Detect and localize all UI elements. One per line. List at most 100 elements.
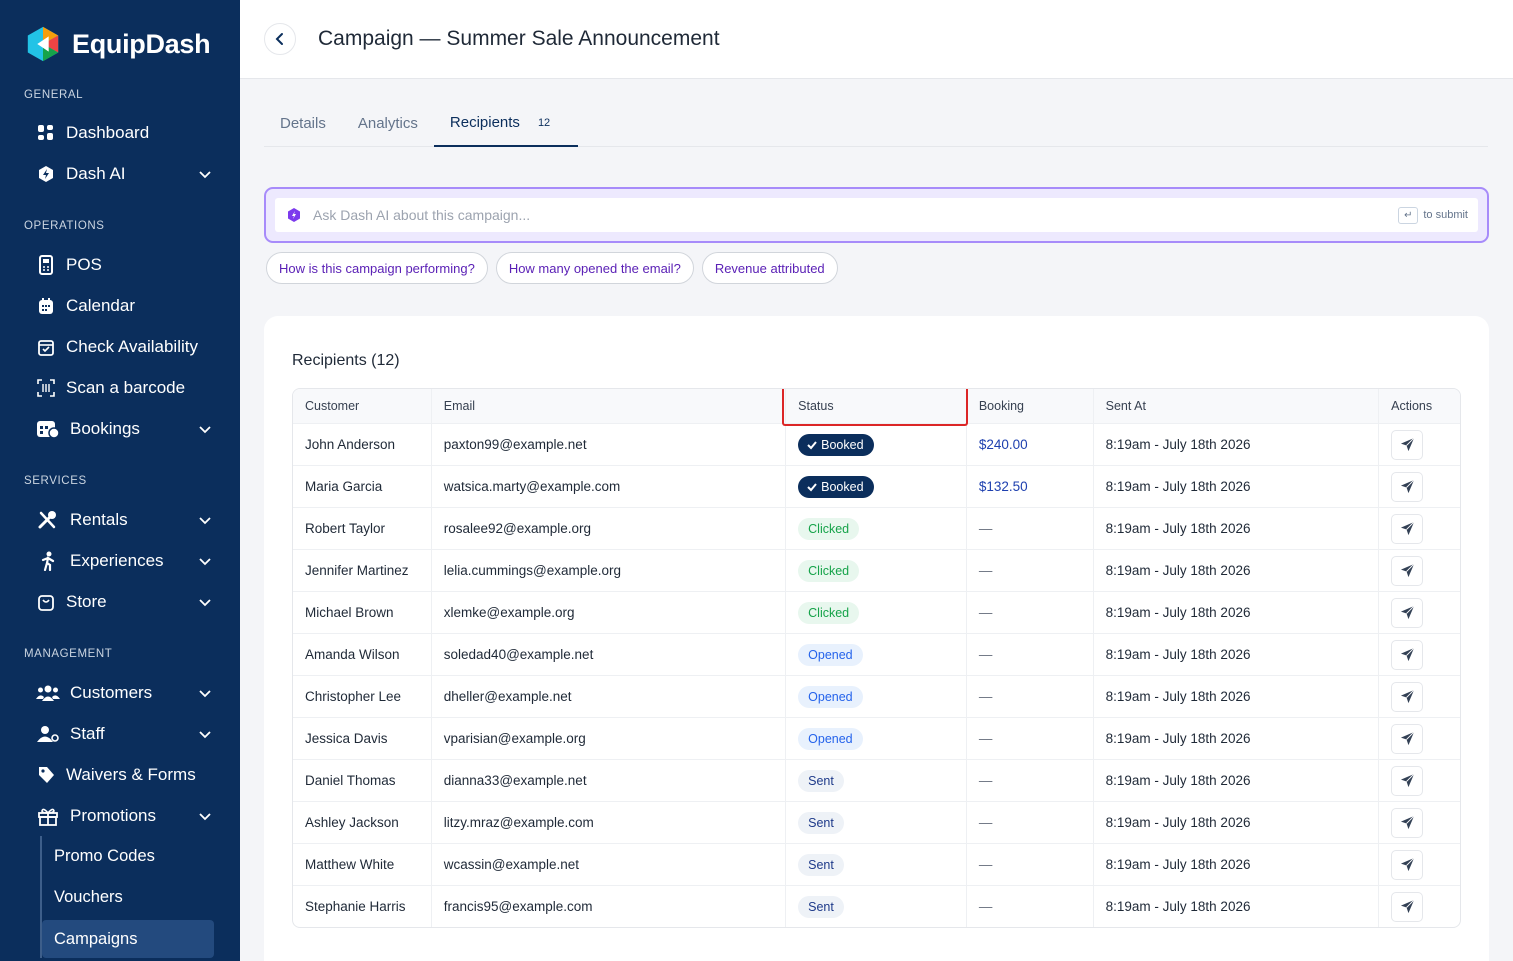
status-badge: Clicked [798,517,860,540]
sidebar-subitem-vouchers[interactable]: Vouchers [42,877,240,918]
suggestion-chip[interactable]: How is this campaign performing? [266,252,488,284]
status-label: Sent [808,773,834,788]
resend-button[interactable] [1391,891,1424,922]
booking-value[interactable]: $132.50 [967,466,1094,507]
customer-name: Robert Taylor [293,508,432,549]
status-cell: Booked [786,466,967,507]
sidebar-item-waivers[interactable]: Waivers & Forms [0,754,240,795]
sent-at: 8:19am - July 18th 2026 [1094,508,1380,549]
send-icon [1400,857,1415,872]
resend-button[interactable] [1391,513,1424,544]
chevron-left-icon [275,33,283,45]
sidebar-item-calendar[interactable]: Calendar [0,285,240,326]
bookings-icon [36,419,60,439]
brand[interactable]: EquipDash [0,0,240,88]
sidebar-item-store[interactable]: Store [0,581,240,622]
sidebar-item-pos[interactable]: POS [0,244,240,285]
sidebar-item-bookings[interactable]: Bookings [0,408,240,449]
resend-button[interactable] [1391,807,1424,838]
status-label: Booked [821,479,864,494]
sidebar-item-dashboard[interactable]: Dashboard [0,112,240,153]
customer-name: Maria Garcia [293,466,432,507]
suggestion-chip[interactable]: How many opened the email? [495,252,694,284]
customer-name: Jessica Davis [293,718,432,759]
dash-ai-icon [288,208,300,222]
send-icon [1400,647,1415,662]
sidebar-item-experiences[interactable]: Experiences [0,540,240,581]
suggestion-chip[interactable]: Revenue attributed [701,252,838,284]
sidebar-item-rentals[interactable]: Rentals [0,499,240,540]
actions-cell [1379,592,1460,633]
chevron-down-icon [199,730,211,738]
resend-button[interactable] [1391,681,1424,712]
resend-button[interactable] [1391,471,1424,502]
customer-name: John Anderson [293,424,432,465]
column-header-customer[interactable]: Customer [293,389,432,423]
equipdash-logo-icon [27,26,59,62]
sent-at: 8:19am - July 18th 2026 [1094,634,1380,675]
dash-ai-prompt: ↵ to submit [264,187,1489,243]
resend-button[interactable] [1391,639,1424,670]
send-icon [1400,521,1415,536]
resend-button[interactable] [1391,429,1424,460]
table-row: Maria Garcia watsica.marty@example.com Boo… [293,465,1460,507]
section-label-management: MANAGEMENT [24,648,113,660]
resend-button[interactable] [1391,597,1424,628]
status-cell: Clicked [786,508,967,549]
sidebar-item-label: Rentals [70,509,128,529]
sidebar-item-check-availability[interactable]: Check Availability [0,326,240,367]
booking-value[interactable]: $240.00 [967,424,1094,465]
resend-button[interactable] [1391,555,1424,586]
column-header-actions: Actions [1391,399,1433,413]
hexagon-ai-icon [36,164,56,184]
status-badge: Opened [798,643,863,666]
send-icon [1400,563,1415,578]
person-running-icon [36,551,60,571]
sent-at: 8:19am - July 18th 2026 [1094,886,1380,927]
booking-value: — [967,886,1094,927]
sidebar-item-scan-barcode[interactable]: Scan a barcode [0,367,240,408]
sidebar-item-promotions[interactable]: Promotions [0,795,240,836]
calendar-check-icon [36,337,56,357]
dash-ai-input[interactable] [313,207,1399,223]
booking-value: — [967,634,1094,675]
recipients-card: Recipients (12) Customer Email Status Bo… [264,316,1489,961]
sidebar-item-dash-ai[interactable]: Dash AI [0,153,240,194]
back-button[interactable] [264,23,296,55]
status-cell: Sent [786,886,967,927]
sidebar-item-customers[interactable]: Customers [0,672,240,713]
booking-value: — [967,802,1094,843]
booking-value: — [967,718,1094,759]
send-icon [1400,731,1415,746]
sidebar-item-label: Customers [70,682,153,702]
sent-at: 8:19am - July 18th 2026 [1094,550,1380,591]
tab-details[interactable]: Details [264,100,342,147]
booking-value: — [967,676,1094,717]
actions-cell [1379,886,1460,927]
column-header-booking[interactable]: Booking [967,389,1094,423]
column-header-sent-at[interactable]: Sent At [1094,389,1380,423]
sidebar-subitem-promo-codes[interactable]: Promo Codes [42,836,240,877]
tab-recipients[interactable]: Recipients 12 [433,100,579,147]
table-row: Christopher Lee dheller@example.net Opened… [293,675,1460,717]
sidebar-item-staff[interactable]: Staff [0,713,240,754]
customer-email: dheller@example.net [432,676,787,717]
resend-button[interactable] [1391,765,1424,796]
customer-name: Amanda Wilson [293,634,432,675]
table-row: Ashley Jackson litzy.mraz@example.com Sent… [293,801,1460,843]
tab-analytics[interactable]: Analytics [342,100,434,147]
status-badge: Opened [798,727,863,750]
column-header-email[interactable]: Email [432,389,787,423]
customer-email: paxton99@example.net [432,424,787,465]
status-label: Sent [808,815,834,830]
customer-email: francis95@example.com [432,886,787,927]
resend-button[interactable] [1391,723,1424,754]
check-icon [807,440,817,449]
resend-button[interactable] [1391,849,1424,880]
status-label: Clicked [808,563,850,578]
sidebar-item-label: Promotions [70,805,156,825]
sidebar-subitem-campaigns[interactable]: Campaigns [42,920,214,958]
recipients-title: Recipients (12) [292,352,400,369]
column-header-status[interactable]: Status [782,389,968,426]
table-row: Jessica Davis vparisian@example.org Opened… [293,717,1460,759]
